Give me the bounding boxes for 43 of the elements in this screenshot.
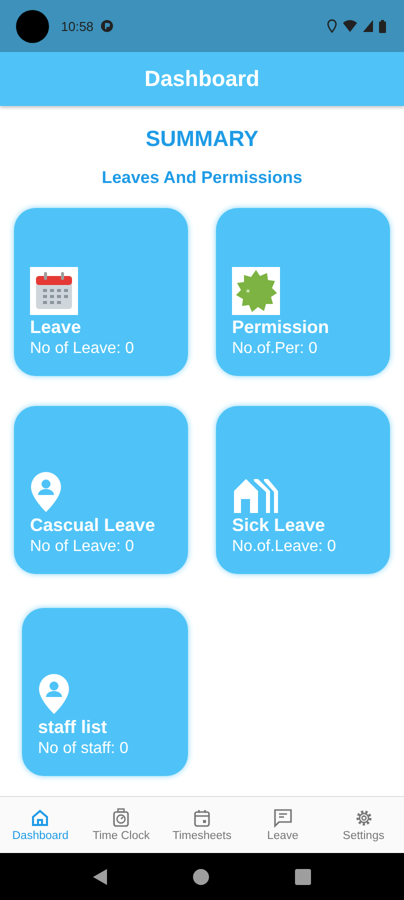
battery-icon xyxy=(379,20,386,32)
card-title: Permission xyxy=(232,317,330,338)
card-title: Sick Leave xyxy=(232,515,326,536)
card-count: No of Leave: 0 xyxy=(30,340,136,358)
calendar-icon xyxy=(192,808,212,828)
camera-cutout xyxy=(16,10,49,42)
nav-tab[interactable]: Time Clock xyxy=(83,808,160,842)
signal-icon xyxy=(363,20,373,32)
summary-title: SUMMARY xyxy=(146,126,258,152)
card-title: staff list xyxy=(38,717,108,738)
summary-card[interactable]: staff list No of staff: 0 xyxy=(22,608,188,776)
nav-tab[interactable]: Leave xyxy=(244,808,321,842)
message-icon xyxy=(272,808,293,828)
location-pin-icon xyxy=(38,673,70,715)
card-count: No.of.Leave: 0 xyxy=(232,538,338,556)
summary-card[interactable]: Permission No.of.Per: 0 xyxy=(216,208,390,376)
nav-tab[interactable]: Settings xyxy=(326,808,402,842)
houses-icon xyxy=(232,477,278,513)
calendar-icon xyxy=(30,267,78,315)
home-button[interactable] xyxy=(193,868,209,884)
card-count: No of Leave: 0 xyxy=(30,538,136,556)
location-pin-icon xyxy=(30,471,62,513)
summary-card[interactable]: Sick Leave No.of.Leave: 0 xyxy=(216,406,390,574)
summary-subtitle: Leaves And Permissions xyxy=(102,168,302,188)
nav-tab[interactable]: Dashboard xyxy=(2,808,78,842)
recents-button[interactable] xyxy=(295,868,311,884)
card-count: No.of.Per: 0 xyxy=(232,340,318,358)
wifi-icon xyxy=(343,20,357,32)
stopwatch-icon xyxy=(111,808,132,828)
card-count: No of staff: 0 xyxy=(38,740,130,758)
app-notification-icon xyxy=(100,19,114,33)
card-title: Leave xyxy=(30,317,82,338)
card-title: Cascual Leave xyxy=(30,515,156,536)
home-icon xyxy=(30,808,50,828)
badge-icon xyxy=(232,267,280,315)
nav-tab[interactable]: Timesheets xyxy=(164,808,240,842)
location-icon xyxy=(327,19,337,33)
back-button[interactable] xyxy=(93,868,107,884)
summary-card[interactable]: Leave No of Leave: 0 xyxy=(14,208,188,376)
settings-icon xyxy=(354,808,374,828)
app-bar-title: Dashboard xyxy=(144,66,260,92)
status-time: 10:58 xyxy=(61,18,94,34)
summary-card[interactable]: Cascual Leave No of Leave: 0 xyxy=(14,406,188,574)
